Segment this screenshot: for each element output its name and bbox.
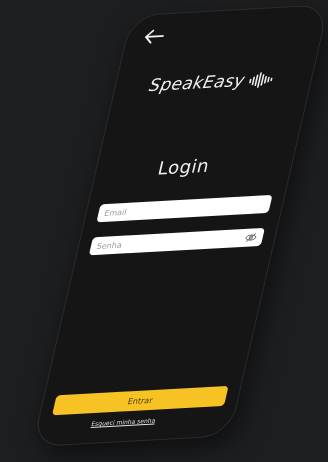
page-title: Login [155,155,212,180]
login-button[interactable]: Entrar [52,385,229,416]
password-input[interactable] [95,233,246,251]
email-input[interactable] [103,199,266,218]
phone-mockup: SpeakEasy Login Email Entrar Esqueci min… [27,0,328,462]
sound-wave-icon [249,72,273,88]
logo-text: SpeakEasy [147,70,247,97]
email-field[interactable] [96,194,273,223]
app-logo: SpeakEasy [147,69,281,96]
canvas: SpeakEasy Login Email Entrar Esqueci min… [0,0,328,462]
forgot-password-link[interactable]: Esqueci minha senha [91,418,157,429]
password-field[interactable] [88,227,265,256]
eye-off-icon[interactable] [244,232,258,243]
arrow-left-icon[interactable] [141,28,167,45]
login-screen: SpeakEasy Login Email Entrar Esqueci min… [33,5,328,446]
